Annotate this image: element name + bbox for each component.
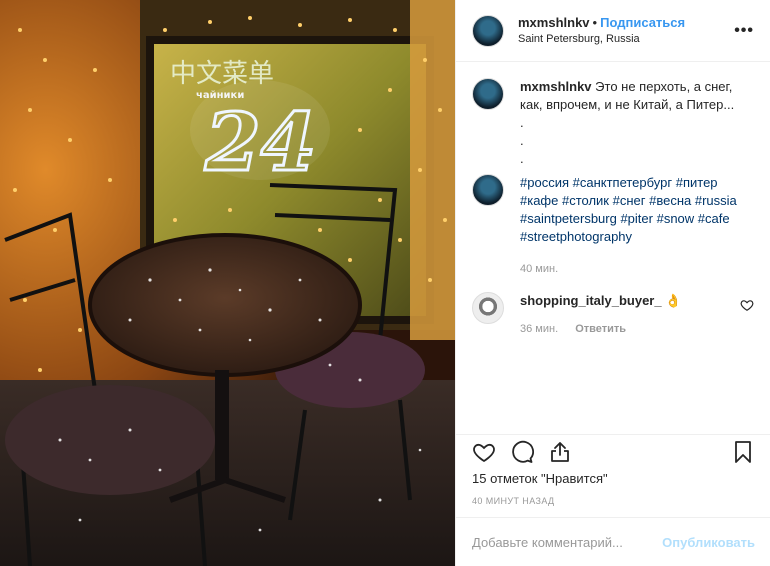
reply-button[interactable]: Ответить: [575, 323, 626, 335]
post-photo[interactable]: 中文菜单 чайники 24: [0, 0, 455, 566]
follow-button[interactable]: Подписаться: [600, 15, 685, 30]
post-header: mxmshlnkv • Подписаться Saint Petersburg, …: [456, 0, 770, 62]
caption-dot: .: [520, 151, 524, 166]
post-details-panel: mxmshlnkv • Подписаться Saint Petersburg, …: [455, 0, 770, 566]
like-heart-icon[interactable]: [472, 440, 496, 464]
post-modal: 中文菜单 чайники 24 mxmshlnkv • Подписаться …: [0, 0, 770, 566]
comment-bubble-icon[interactable]: [510, 440, 534, 464]
commenter-avatar[interactable]: [472, 292, 504, 324]
likes-count[interactable]: 15 отметок "Нравится": [472, 469, 755, 486]
bookmark-icon[interactable]: [731, 440, 755, 464]
commenter-username[interactable]: shopping_italy_buyer_: [520, 293, 662, 308]
hashtags[interactable]: #россия #санктпетербург #питер #кафе #ст…: [520, 175, 737, 244]
caption-username[interactable]: mxmshlnkv: [520, 79, 592, 94]
caption-avatar-2[interactable]: [472, 174, 504, 206]
caption-time[interactable]: 40 мин.: [520, 260, 754, 278]
author-avatar[interactable]: [472, 14, 504, 47]
caption-dot: .: [520, 115, 524, 130]
publish-button[interactable]: Опубликовать: [662, 535, 755, 550]
caption-hashtags-block: #россия #санктпетербург #питер #кафе #ст…: [472, 174, 754, 278]
cafe-table-photo: 中文菜单 чайники 24: [0, 0, 455, 566]
comments-list: mxmshlnkv Это не перхоть, а снег, как, в…: [456, 62, 770, 434]
comment-input[interactable]: [472, 534, 663, 550]
post-timestamp[interactable]: 40 минут назад: [472, 496, 755, 506]
more-horizontal-icon[interactable]: •••: [734, 22, 754, 40]
comment-emoji: 👌: [665, 293, 682, 308]
add-comment-bar: Опубликовать: [456, 517, 770, 566]
separator-dot: •: [592, 14, 598, 30]
location-link[interactable]: Saint Petersburg, Russia: [518, 31, 734, 47]
comment-time[interactable]: 36 мин.: [520, 323, 558, 335]
comment-meta: 36 мин. Ответить: [520, 320, 734, 338]
caption-dot: .: [520, 133, 524, 148]
post-actions: 15 отметок "Нравится" 40 минут назад: [456, 434, 770, 506]
author-username[interactable]: mxmshlnkv: [518, 15, 590, 30]
comment-like-heart-icon[interactable]: [740, 298, 754, 312]
caption-avatar[interactable]: [472, 78, 504, 110]
comment-item: shopping_italy_buyer_ 👌 36 мин. Ответить: [472, 292, 754, 338]
share-icon[interactable]: [548, 440, 572, 464]
caption-comment: mxmshlnkv Это не перхоть, а снег, как, в…: [472, 78, 754, 168]
